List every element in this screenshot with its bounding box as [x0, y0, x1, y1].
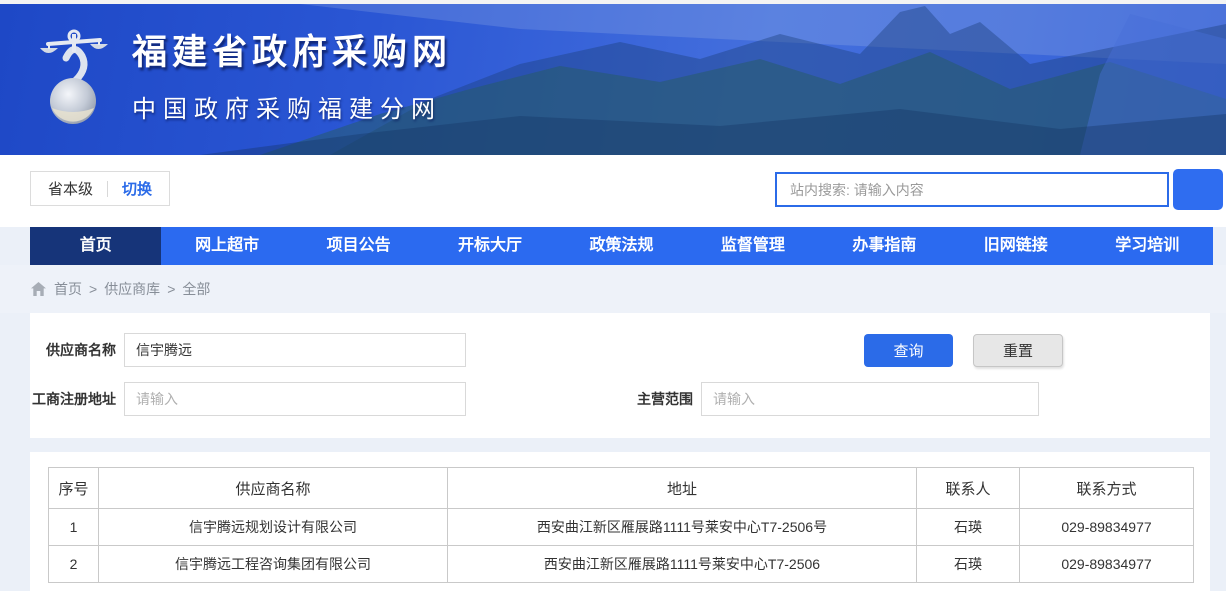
nav-item-project-notices[interactable]: 项目公告 [293, 227, 424, 265]
cell-supplier-name[interactable]: 信宇腾远工程咨询集团有限公司 [99, 546, 448, 583]
table-row: 1 信宇腾远规划设计有限公司 西安曲江新区雁展路1111号莱安中心T7-2506… [49, 509, 1194, 546]
region-label: 省本级 [48, 178, 93, 199]
breadcrumb: 首页 > 供应商库 > 全部 [0, 265, 1226, 313]
breadcrumb-supplier-library[interactable]: 供应商库 [104, 279, 160, 299]
table-header-row: 序号 供应商名称 地址 联系人 联系方式 [49, 468, 1194, 509]
cell-contact-phone: 029-89834977 [1020, 546, 1194, 583]
cell-address: 西安曲江新区雁展路1111号莱安中心T7-2506号 [448, 509, 917, 546]
col-header-index: 序号 [49, 468, 99, 509]
region-switch-link[interactable]: 切换 [122, 178, 152, 199]
supplier-table: 序号 供应商名称 地址 联系人 联系方式 1 信宇腾远规划设计有限公司 西安曲江… [48, 467, 1194, 583]
nav-item-online-mall[interactable]: 网上超市 [161, 227, 292, 265]
nav-item-supervision[interactable]: 监督管理 [687, 227, 818, 265]
nav-item-policies[interactable]: 政策法规 [556, 227, 687, 265]
main-business-input[interactable] [701, 382, 1039, 416]
cell-address: 西安曲江新区雁展路1111号莱安中心T7-2506 [448, 546, 917, 583]
main-business-label: 主营范围 [614, 389, 701, 409]
supplier-name-input[interactable] [124, 333, 466, 367]
toolbar: 省本级 切换 [0, 155, 1226, 227]
cell-supplier-name[interactable]: 信宇腾远规划设计有限公司 [99, 509, 448, 546]
nav-item-training[interactable]: 学习培训 [1082, 227, 1213, 265]
cell-index: 1 [49, 509, 99, 546]
reset-button[interactable]: 重置 [973, 334, 1063, 367]
section-gap [0, 438, 1226, 452]
scales-globe-icon [36, 22, 112, 126]
query-button[interactable]: 查询 [864, 334, 953, 367]
supplier-results-panel: 序号 供应商名称 地址 联系人 联系方式 1 信宇腾远规划设计有限公司 西安曲江… [30, 452, 1210, 591]
breadcrumb-home[interactable]: 首页 [54, 279, 82, 299]
divider [107, 181, 108, 197]
main-nav: 首页 网上超市 项目公告 开标大厅 政策法规 监督管理 办事指南 旧网链接 学习… [30, 227, 1213, 265]
col-header-contact-phone: 联系方式 [1020, 468, 1194, 509]
site-title: 福建省政府采购网 [132, 24, 452, 75]
breadcrumb-separator: > [167, 281, 175, 297]
registered-address-label: 工商注册地址 [30, 389, 124, 409]
breadcrumb-separator: > [89, 281, 97, 297]
site-subtitle: 中国政府采购福建分网 [132, 89, 452, 124]
supplier-filter-panel: 供应商名称 查询 重置 工商注册地址 主营范围 [30, 313, 1210, 438]
cell-index: 2 [49, 546, 99, 583]
nav-item-home[interactable]: 首页 [30, 227, 161, 265]
site-search [775, 169, 1223, 210]
cell-contact-person: 石瑛 [917, 509, 1020, 546]
region-selector: 省本级 切换 [30, 171, 170, 206]
col-header-supplier-name: 供应商名称 [99, 468, 448, 509]
nav-item-old-site-link[interactable]: 旧网链接 [950, 227, 1081, 265]
site-search-button[interactable] [1173, 169, 1223, 210]
col-header-contact-person: 联系人 [917, 468, 1020, 509]
col-header-address: 地址 [448, 468, 917, 509]
nav-item-service-guide[interactable]: 办事指南 [819, 227, 950, 265]
home-icon [31, 282, 46, 296]
table-row: 2 信宇腾远工程咨询集团有限公司 西安曲江新区雁展路1111号莱安中心T7-25… [49, 546, 1194, 583]
cell-contact-phone: 029-89834977 [1020, 509, 1194, 546]
site-header: 福建省政府采购网 中国政府采购福建分网 [0, 4, 1226, 155]
breadcrumb-all: 全部 [182, 279, 210, 299]
site-search-input[interactable] [775, 172, 1169, 207]
supplier-name-label: 供应商名称 [30, 340, 124, 360]
nav-item-bid-opening-hall[interactable]: 开标大厅 [424, 227, 555, 265]
registered-address-input[interactable] [124, 382, 466, 416]
cell-contact-person: 石瑛 [917, 546, 1020, 583]
